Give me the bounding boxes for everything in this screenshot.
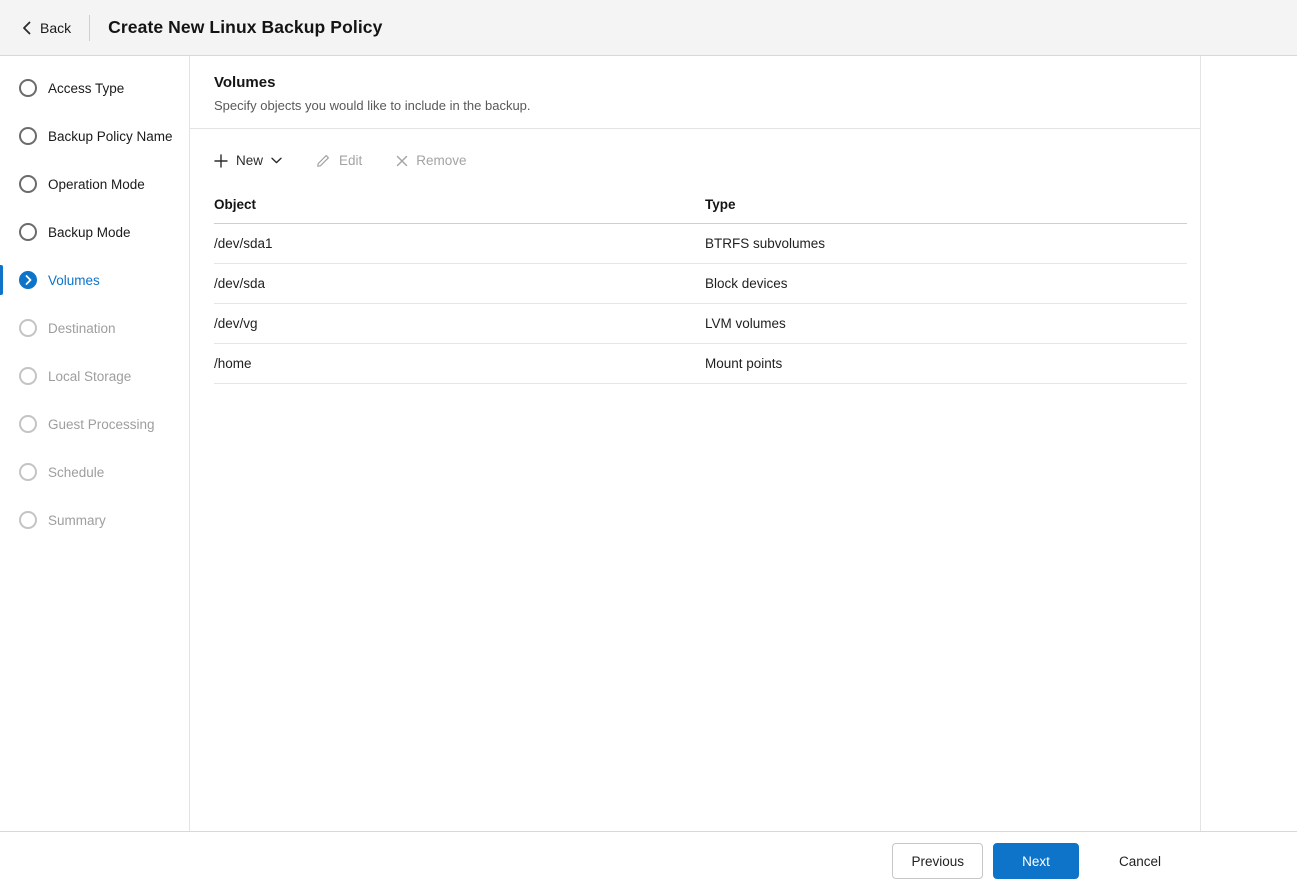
table-row[interactable]: /dev/sda1 BTRFS subvolumes [214, 224, 1187, 264]
cell-object: /dev/sda [214, 276, 705, 291]
sidebar-item-label: Destination [48, 321, 116, 336]
column-header-object: Object [214, 197, 705, 212]
table-header-row: Object Type [214, 188, 1187, 224]
volumes-toolbar: New Edit [190, 129, 1200, 184]
next-button[interactable]: Next [993, 843, 1079, 879]
sidebar-item-guest-processing: Guest Processing [0, 400, 189, 448]
cell-object: /dev/vg [214, 316, 705, 331]
topbar-divider [89, 15, 90, 41]
step-circle-icon [19, 223, 37, 241]
create-backup-policy-wizard: Back Create New Linux Backup Policy Acce… [0, 0, 1297, 890]
sidebar-item-label: Guest Processing [48, 417, 155, 432]
volumes-panel: Volumes Specify objects you would like t… [190, 56, 1201, 831]
chevron-left-icon [22, 21, 31, 35]
cell-type: LVM volumes [705, 316, 1187, 331]
table-row[interactable]: /dev/vg LVM volumes [214, 304, 1187, 344]
table-row[interactable]: /home Mount points [214, 344, 1187, 384]
sidebar-item-label: Backup Mode [48, 225, 131, 240]
sidebar-item-backup-policy-name[interactable]: Backup Policy Name [0, 112, 189, 160]
back-label: Back [40, 20, 71, 36]
wizard-footer: Previous Next Cancel [0, 831, 1297, 890]
content-right-spacer [1201, 56, 1297, 831]
step-circle-icon [19, 319, 37, 337]
step-circle-icon [19, 79, 37, 97]
step-circle-icon [19, 127, 37, 145]
column-header-type: Type [705, 197, 1187, 212]
sidebar-item-label: Local Storage [48, 369, 131, 384]
sidebar-item-access-type[interactable]: Access Type [0, 64, 189, 112]
previous-button[interactable]: Previous [892, 843, 983, 879]
main-content: Volumes Specify objects you would like t… [190, 56, 1297, 831]
edit-button[interactable]: Edit [316, 151, 362, 170]
cell-object: /dev/sda1 [214, 236, 705, 251]
sidebar-item-label: Summary [48, 513, 106, 528]
sidebar-item-schedule: Schedule [0, 448, 189, 496]
cell-object: /home [214, 356, 705, 371]
new-button[interactable]: New [214, 151, 282, 170]
panel-subtitle: Specify objects you would like to includ… [214, 98, 1176, 113]
layout: Access Type Backup Policy Name Operation… [0, 56, 1297, 831]
chevron-down-icon [271, 157, 282, 164]
sidebar-item-label: Backup Policy Name [48, 129, 173, 144]
sidebar-item-destination: Destination [0, 304, 189, 352]
sidebar-item-volumes[interactable]: Volumes [0, 256, 189, 304]
topbar: Back Create New Linux Backup Policy [0, 0, 1297, 56]
sidebar-item-label: Operation Mode [48, 177, 145, 192]
volumes-table: Object Type /dev/sda1 BTRFS subvolumes /… [214, 188, 1187, 384]
remove-button[interactable]: Remove [396, 151, 466, 170]
table-row[interactable]: /dev/sda Block devices [214, 264, 1187, 304]
sidebar-item-backup-mode[interactable]: Backup Mode [0, 208, 189, 256]
sidebar-item-label: Access Type [48, 81, 124, 96]
sidebar-item-label: Schedule [48, 465, 104, 480]
cancel-button[interactable]: Cancel [1097, 843, 1183, 879]
sidebar-item-operation-mode[interactable]: Operation Mode [0, 160, 189, 208]
pencil-icon [316, 153, 331, 168]
step-circle-icon [19, 175, 37, 193]
back-button[interactable]: Back [18, 14, 75, 42]
sidebar-item-summary: Summary [0, 496, 189, 544]
step-current-chevron-icon [19, 271, 37, 289]
cell-type: BTRFS subvolumes [705, 236, 1187, 251]
new-button-label: New [236, 153, 263, 168]
plus-icon [214, 154, 228, 168]
step-circle-icon [19, 415, 37, 433]
panel-header: Volumes Specify objects you would like t… [190, 56, 1200, 129]
sidebar-item-local-storage: Local Storage [0, 352, 189, 400]
panel-title: Volumes [214, 74, 1176, 91]
page-title: Create New Linux Backup Policy [108, 17, 382, 38]
sidebar-item-label: Volumes [48, 273, 100, 288]
x-icon [396, 155, 408, 167]
step-circle-icon [19, 367, 37, 385]
wizard-steps-sidebar: Access Type Backup Policy Name Operation… [0, 56, 190, 831]
step-circle-icon [19, 511, 37, 529]
step-circle-icon [19, 463, 37, 481]
cell-type: Mount points [705, 356, 1187, 371]
remove-button-label: Remove [416, 153, 466, 168]
cell-type: Block devices [705, 276, 1187, 291]
edit-button-label: Edit [339, 153, 362, 168]
